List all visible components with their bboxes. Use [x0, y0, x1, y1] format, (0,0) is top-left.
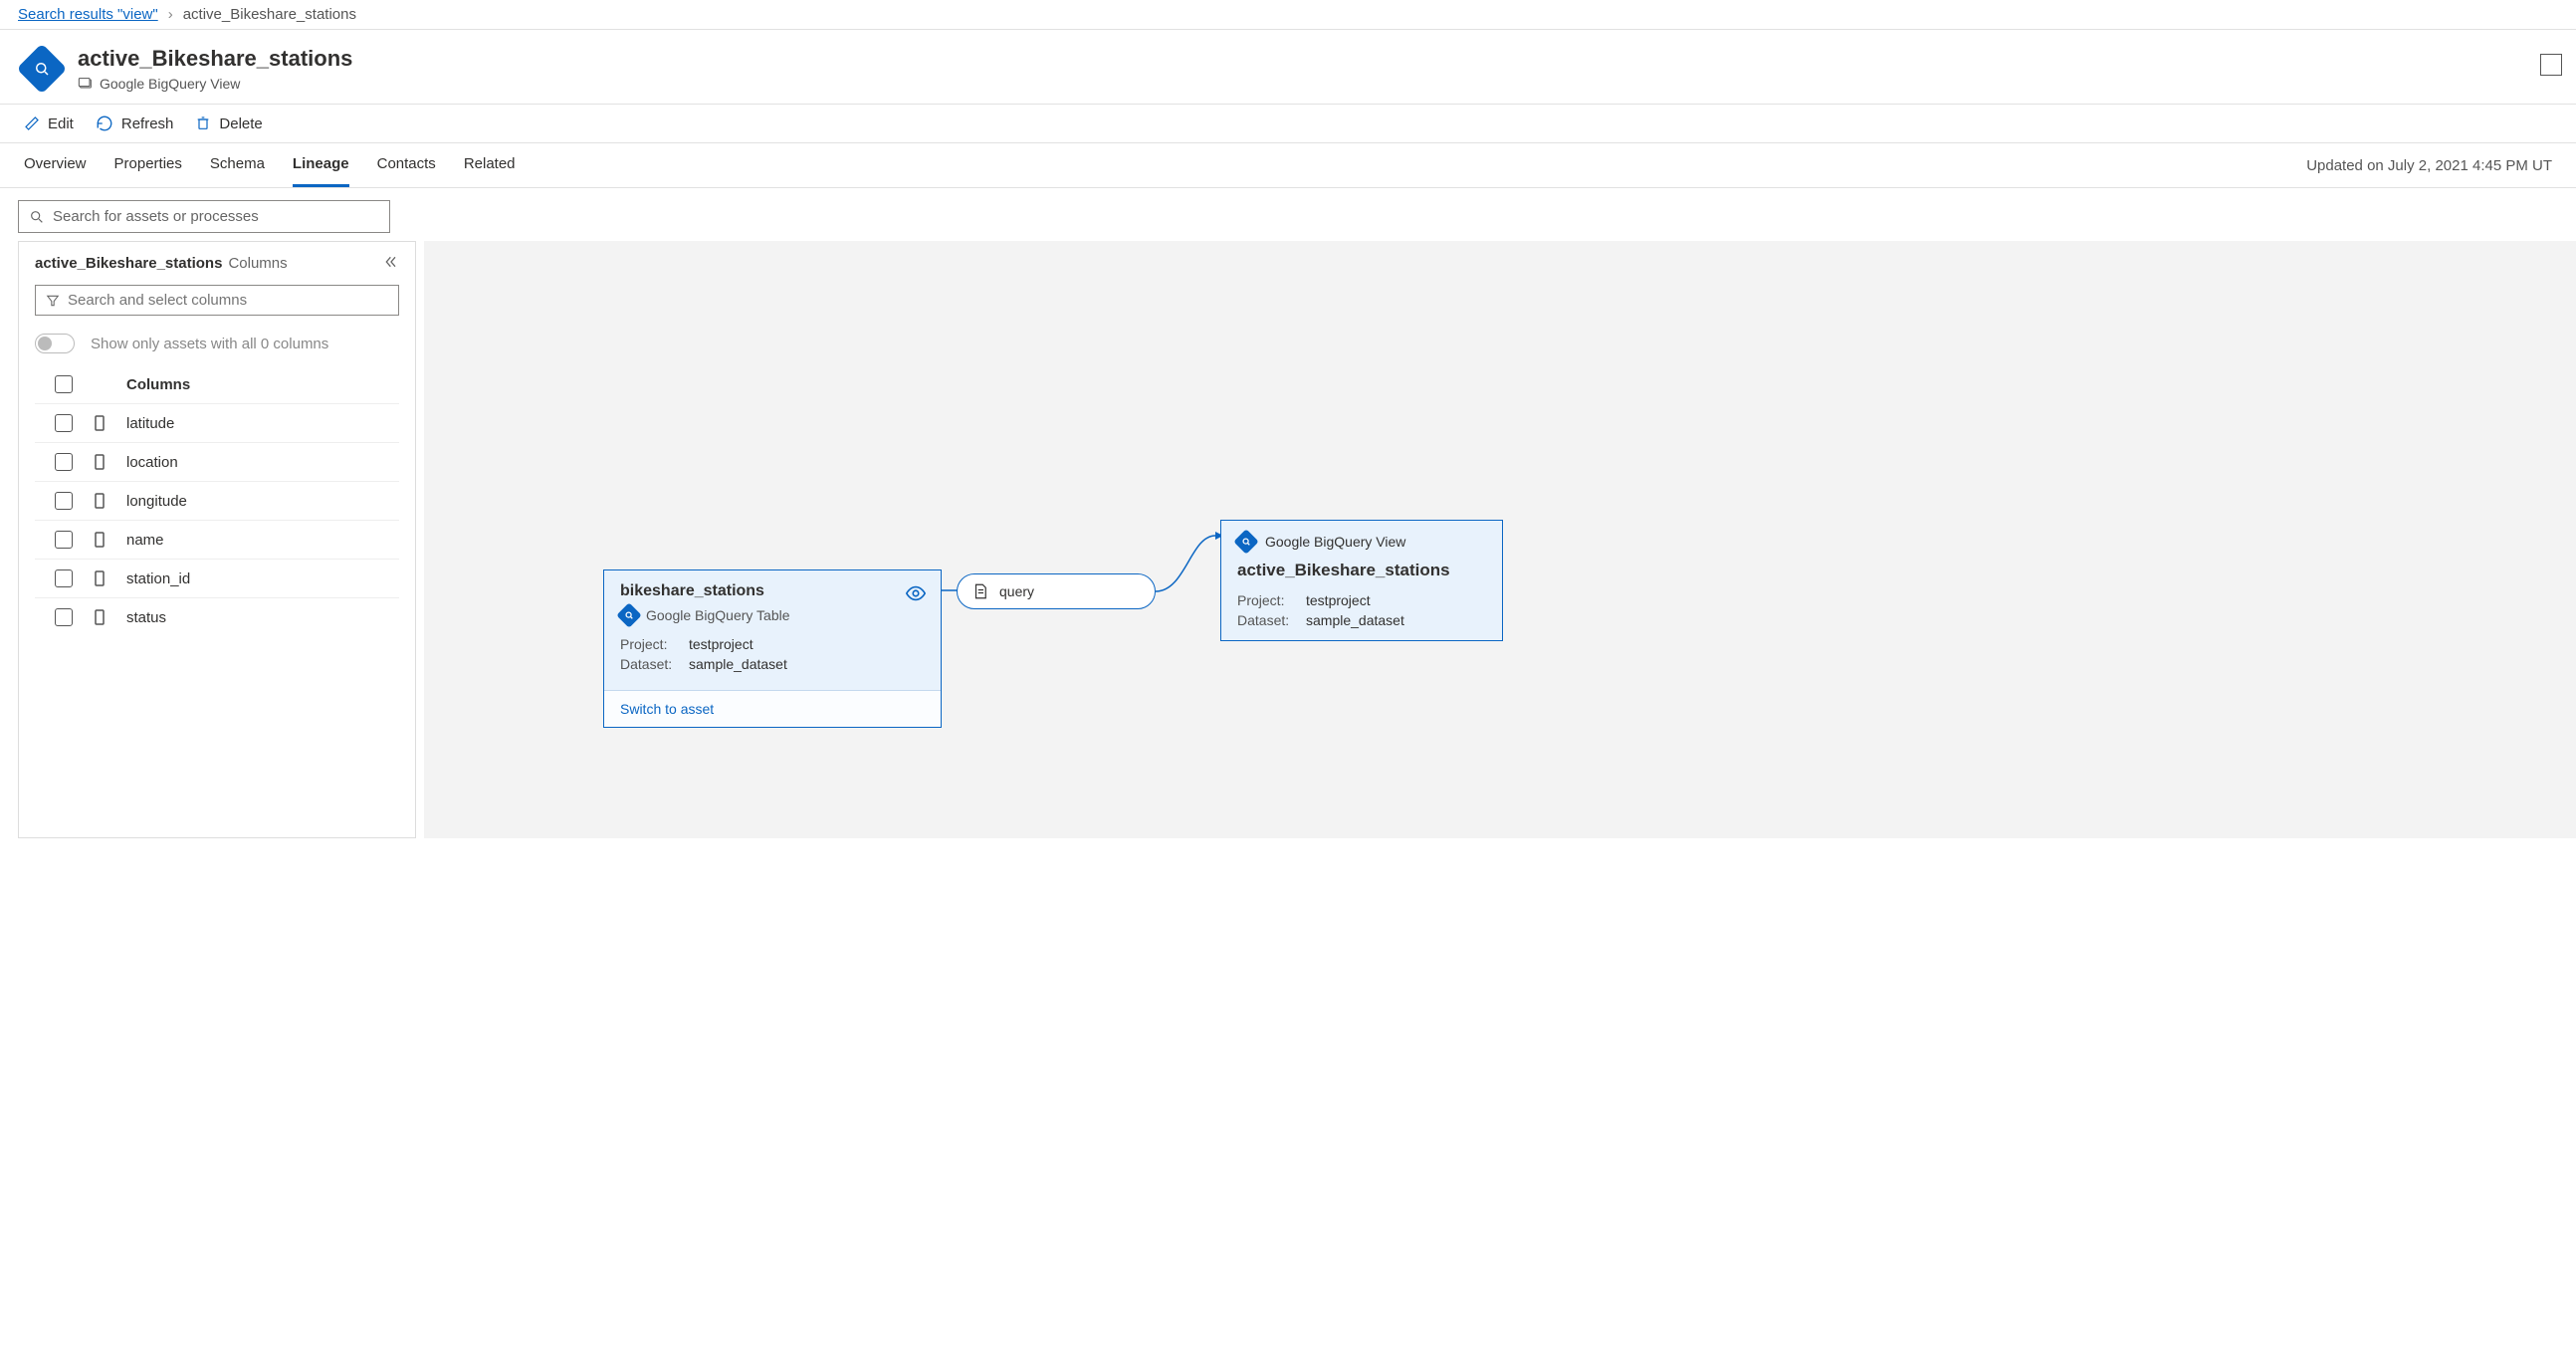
visibility-icon[interactable]: [905, 582, 927, 607]
collapse-panel-button[interactable]: [383, 254, 399, 273]
columns-header: Columns: [126, 376, 190, 393]
delete-button[interactable]: Delete: [195, 115, 262, 132]
column-row[interactable]: station_id: [35, 560, 399, 598]
column-name: location: [126, 454, 178, 471]
asset-type-icon: [17, 44, 68, 95]
updated-timestamp: Updated on July 2, 2021 4:45 PM UT: [2306, 157, 2552, 174]
column-icon: [93, 532, 107, 548]
column-row[interactable]: latitude: [35, 404, 399, 443]
column-checkbox[interactable]: [55, 414, 73, 432]
lineage-canvas[interactable]: bikeshare_stations Google BigQuery Table…: [424, 241, 2576, 838]
page-subtitle: Google BigQuery View: [100, 76, 240, 92]
action-toolbar: Edit Refresh Delete: [0, 105, 2576, 143]
breadcrumb-current: active_Bikeshare_stations: [183, 6, 356, 23]
node-type: Google BigQuery View: [1265, 534, 1405, 550]
tabs-row: Overview Properties Schema Lineage Conta…: [0, 143, 2576, 188]
column-row[interactable]: location: [35, 443, 399, 482]
asset-search-box[interactable]: [18, 200, 390, 233]
breadcrumb: Search results "view" › active_Bikeshare…: [0, 0, 2576, 30]
column-row[interactable]: longitude: [35, 482, 399, 521]
select-all-checkbox[interactable]: [55, 375, 73, 393]
refresh-icon: [96, 114, 113, 132]
column-icon: [93, 454, 107, 470]
column-checkbox[interactable]: [55, 453, 73, 471]
column-search-input[interactable]: [68, 292, 388, 309]
node-title: bikeshare_stations: [620, 582, 764, 600]
lineage-node-source[interactable]: bikeshare_stations Google BigQuery Table…: [603, 569, 942, 728]
tab-lineage[interactable]: Lineage: [293, 143, 349, 187]
document-icon: [971, 582, 989, 600]
column-name: latitude: [126, 415, 174, 432]
column-checkbox[interactable]: [55, 569, 73, 587]
column-name: status: [126, 609, 166, 626]
tab-schema[interactable]: Schema: [210, 143, 265, 187]
connector-curve: [1156, 526, 1225, 595]
refresh-button[interactable]: Refresh: [96, 114, 174, 132]
tab-overview[interactable]: Overview: [24, 143, 87, 187]
breadcrumb-separator-icon: ›: [168, 6, 173, 23]
asset-search-input[interactable]: [53, 208, 379, 225]
process-label: query: [999, 583, 1034, 599]
tab-properties[interactable]: Properties: [114, 143, 182, 187]
column-name: name: [126, 532, 164, 549]
edit-icon: [24, 115, 40, 131]
columns-panel: active_Bikeshare_stations Columns Show o…: [18, 241, 416, 838]
node-title: active_Bikeshare_stations: [1237, 561, 1450, 579]
column-checkbox[interactable]: [55, 608, 73, 626]
column-icon: [93, 415, 107, 431]
column-checkbox[interactable]: [55, 492, 73, 510]
tabs: Overview Properties Schema Lineage Conta…: [24, 143, 516, 187]
breadcrumb-back-link[interactable]: Search results "view": [18, 6, 158, 23]
lineage-node-target[interactable]: Google BigQuery View active_Bikeshare_st…: [1220, 520, 1503, 641]
search-icon: [29, 209, 45, 225]
switch-to-asset-link[interactable]: Switch to asset: [620, 701, 714, 717]
column-icon: [93, 570, 107, 586]
column-row[interactable]: name: [35, 521, 399, 560]
column-search-box[interactable]: [35, 285, 399, 316]
bigquery-icon: [616, 602, 641, 627]
toggle-label: Show only assets with all 0 columns: [91, 336, 328, 352]
tab-contacts[interactable]: Contacts: [377, 143, 436, 187]
page-header: active_Bikeshare_stations Google BigQuer…: [0, 30, 2576, 105]
panel-asset-name: active_Bikeshare_stations: [35, 255, 222, 272]
panel-columns-label: Columns: [228, 255, 287, 272]
show-only-toggle[interactable]: [35, 334, 75, 353]
column-icon: [93, 493, 107, 509]
delete-icon: [195, 115, 211, 131]
lineage-process-node[interactable]: query: [957, 573, 1156, 609]
view-icon: [78, 76, 94, 92]
tab-related[interactable]: Related: [464, 143, 516, 187]
column-name: longitude: [126, 493, 187, 510]
edit-button[interactable]: Edit: [24, 115, 74, 132]
page-title: active_Bikeshare_stations: [78, 46, 352, 72]
chevron-double-left-icon: [383, 254, 399, 270]
node-type: Google BigQuery Table: [646, 607, 790, 623]
filter-icon: [46, 294, 60, 308]
column-icon: [93, 609, 107, 625]
bigquery-icon: [1233, 529, 1258, 554]
column-name: station_id: [126, 570, 190, 587]
header-action-placeholder[interactable]: [2540, 54, 2562, 76]
column-checkbox[interactable]: [55, 531, 73, 549]
column-row[interactable]: status: [35, 598, 399, 636]
